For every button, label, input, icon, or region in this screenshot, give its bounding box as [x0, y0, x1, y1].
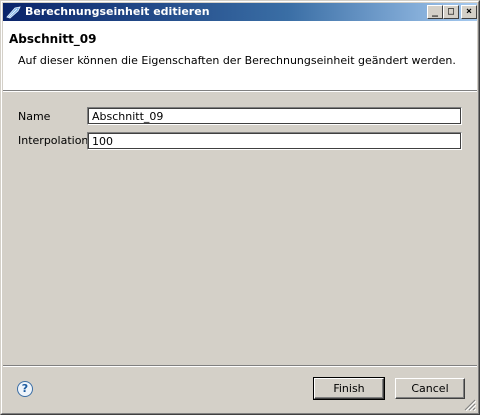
help-icon[interactable]: ? [17, 381, 33, 397]
page-title: Abschnitt_09 [9, 32, 97, 46]
interpolation-label: Interpolation [18, 134, 89, 147]
window-title: Berechnungseinheit editieren [25, 5, 210, 18]
header-separator [3, 90, 477, 92]
minimize-button[interactable]: _ [427, 5, 443, 19]
resize-grip-icon[interactable] [464, 399, 476, 411]
wizard-header: Abschnitt_09 Auf dieser können die Eigen… [3, 21, 477, 90]
finish-button[interactable]: Finish [313, 377, 385, 400]
name-field[interactable] [87, 107, 462, 125]
name-label: Name [18, 110, 51, 123]
maximize-button[interactable]: □ [443, 5, 459, 19]
close-button[interactable]: × [461, 5, 477, 19]
dialog-window: Berechnungseinheit editieren _ □ × Absch… [0, 0, 480, 415]
title-bar[interactable]: Berechnungseinheit editieren _ □ × [3, 3, 477, 21]
app-logo-icon [6, 5, 22, 19]
footer-separator [3, 365, 477, 367]
cancel-button[interactable]: Cancel [395, 378, 465, 399]
page-description: Auf dieser können die Eigenschaften der … [18, 54, 456, 67]
interpolation-field[interactable] [87, 132, 462, 150]
